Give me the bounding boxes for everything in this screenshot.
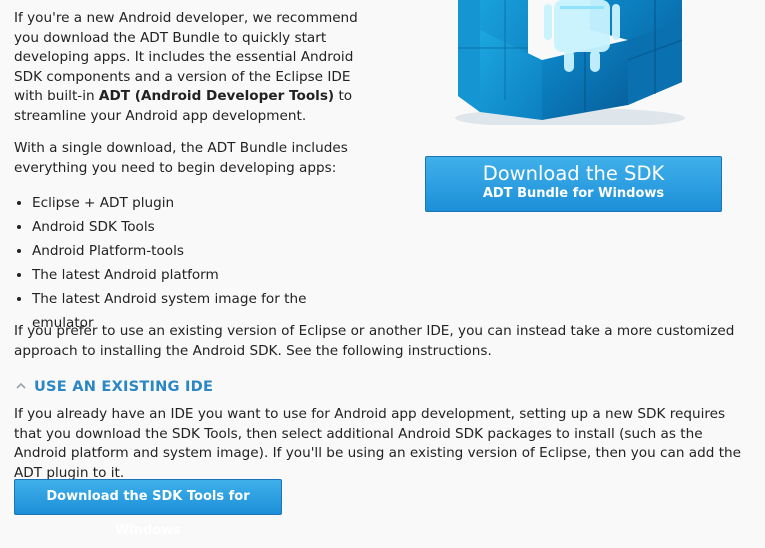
list-item: Android SDK Tools: [14, 215, 359, 239]
list-item: Android Platform-tools: [14, 239, 359, 263]
download-sdk-tools-button[interactable]: Download the SDK Tools for Windows: [14, 479, 282, 538]
sdk-hero-illustration: [450, 0, 690, 125]
list-item: The latest Android system image for the …: [14, 287, 359, 331]
list-item: Eclipse + ADT plugin: [14, 191, 359, 215]
adt-bundle-label: ADT Bundle for Windows: [482, 186, 665, 201]
download-sdk-button[interactable]: Download the SDK ADT Bundle for Windows: [425, 156, 722, 212]
section-title: USE AN EXISTING IDE: [34, 377, 214, 395]
use-existing-ide-toggle[interactable]: USE AN EXISTING IDE: [14, 376, 213, 396]
existing-ide-paragraph: If you prefer to use an existing version…: [14, 323, 735, 359]
intro-section: If you're a new Android developer, we re…: [14, 9, 359, 331]
feature-list: Eclipse + ADT plugin Android SDK Tools A…: [14, 191, 359, 331]
list-item: The latest Android platform: [14, 263, 359, 287]
section-body: If you already have an IDE you want to u…: [14, 406, 741, 481]
bundle-paragraph: With a single download, the ADT Bundle i…: [14, 140, 348, 176]
download-sdk-label: Download the SDK: [482, 162, 665, 185]
android-blocks-icon: [455, 0, 685, 125]
intro-paragraph: If you're a new Android developer, we re…: [14, 9, 359, 126]
chevron-up-icon: [16, 382, 26, 389]
adt-highlight: ADT (Android Developer Tools): [98, 88, 335, 104]
